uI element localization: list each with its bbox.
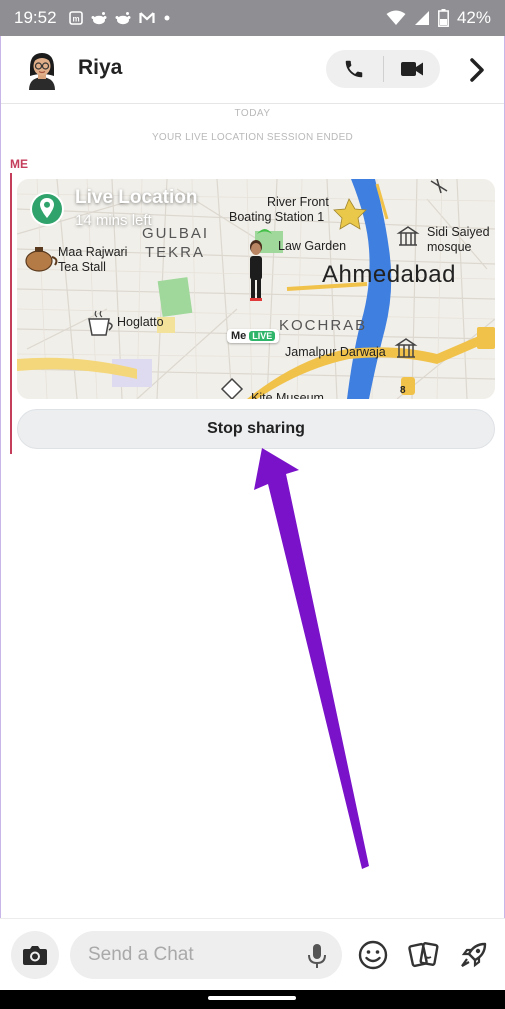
chat-header: Riya xyxy=(0,36,505,104)
map-label-ahmedabad: Ahmedabad xyxy=(322,261,456,288)
map-label-mosque: mosque xyxy=(427,240,472,254)
map-label-tekra: TEKRA xyxy=(145,244,206,261)
map-road-number: 8 xyxy=(400,385,406,396)
sender-label: ME xyxy=(10,157,28,171)
chat-composer xyxy=(0,918,505,990)
message-accent-bar xyxy=(10,173,12,454)
live-location-title: Live Location xyxy=(75,187,198,208)
day-label: TODAY xyxy=(234,108,271,119)
camera-icon xyxy=(23,946,47,965)
map-label-gulbai: GULBAI xyxy=(142,225,210,242)
bitmoji-avatar[interactable] xyxy=(22,50,62,90)
call-actions xyxy=(326,50,440,88)
live-location-time-left: 14 mins left xyxy=(75,212,152,229)
emoji-icon[interactable] xyxy=(357,939,389,971)
cards-icon[interactable] xyxy=(408,939,440,971)
rocket-icon[interactable] xyxy=(458,939,490,971)
voice-call-button[interactable] xyxy=(326,50,383,88)
map-label-maa-rajwari: Maa Rajwari xyxy=(58,245,128,259)
contact-name[interactable]: Riya xyxy=(78,56,122,80)
location-pin-icon xyxy=(30,192,64,226)
stop-sharing-button[interactable]: Stop sharing xyxy=(17,409,495,449)
status-bar: 19:52 m 42% xyxy=(0,0,505,36)
home-gesture-pill[interactable] xyxy=(208,996,296,1000)
map-label-tea-stall: Tea Stall xyxy=(58,260,106,274)
map-label-hoglatto: Hoglatto xyxy=(117,315,164,329)
system-nav-bar xyxy=(0,990,505,1009)
map-label-kochrab: KOCHRAB xyxy=(279,317,368,334)
map-label-boating-station: Boating Station 1 xyxy=(229,210,325,224)
microphone-icon[interactable] xyxy=(305,943,329,969)
battery-percent: 42% xyxy=(456,8,491,27)
map-label-sidi-saiyed: Sidi Saiyed xyxy=(427,225,490,239)
map-label-kite-museum: Kite Museum xyxy=(251,391,324,399)
video-call-button[interactable] xyxy=(384,50,441,88)
notification-icons: m xyxy=(68,11,171,25)
map-label-law-garden: Law Garden xyxy=(278,239,347,253)
gmail-icon xyxy=(138,12,155,23)
battery-icon xyxy=(438,9,449,27)
reddit-icon xyxy=(91,12,107,25)
video-icon xyxy=(400,62,423,76)
dot-icon xyxy=(164,15,170,21)
reddit-icon xyxy=(115,12,131,25)
chevron-right-icon[interactable] xyxy=(465,56,489,84)
live-location-map[interactable]: Live Location 14 mins left GULBAI TEKRA … xyxy=(17,179,495,399)
map-label-jamalpur: Jamalpur Darwaja xyxy=(285,345,386,359)
svg-text:m: m xyxy=(72,15,79,24)
map-label-river-front: River Front xyxy=(267,195,329,209)
phone-icon xyxy=(346,60,363,78)
me-label: Me xyxy=(231,330,247,342)
chat-input[interactable] xyxy=(70,931,342,979)
annotation-arrow xyxy=(254,448,369,869)
camera-button[interactable] xyxy=(11,931,59,979)
me-location-tag[interactable]: Me LIVE xyxy=(227,329,280,343)
wifi-icon xyxy=(386,10,406,25)
live-badge: LIVE xyxy=(249,331,276,341)
m-box-icon: m xyxy=(68,11,83,25)
session-ended-notice: YOUR LIVE LOCATION SESSION ENDED xyxy=(151,132,354,143)
signal-icon xyxy=(414,11,429,25)
status-time: 19:52 xyxy=(14,8,57,27)
